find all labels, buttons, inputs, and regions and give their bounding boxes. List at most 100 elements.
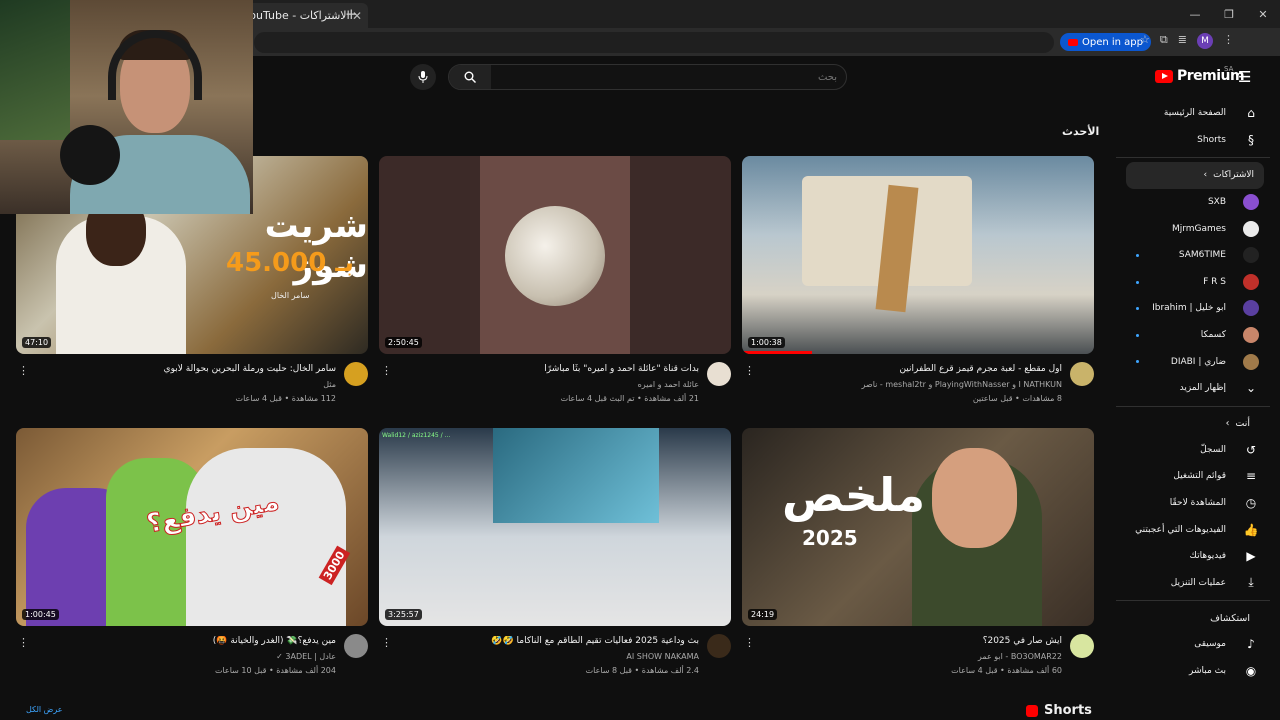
thumb-profile-photo — [505, 206, 605, 306]
star-icon[interactable]: ☆ — [1140, 33, 1150, 49]
show-more-label: إظهار المزيد — [1179, 383, 1226, 394]
sidebar-item-show-more[interactable]: ⌄ إظهار المزيد — [1116, 375, 1270, 402]
new-content-dot — [1136, 280, 1139, 284]
video-stats: 2.4 ألف مشاهدة • قبل 8 ساعات — [585, 666, 699, 675]
search-icon — [464, 71, 476, 83]
chevron-down-icon: ⌄ — [1245, 381, 1257, 396]
sidebar-item-live[interactable]: ◉ بث مباشر — [1116, 658, 1270, 685]
video-title[interactable]: مين يدفع؟💸 (الغدر والخيانة 🤬) — [36, 636, 336, 646]
video-card[interactable]: 1:00:38 اول مقطع - لعبة مجرم قيمز قرع ال… — [742, 156, 1094, 414]
extensions-icon[interactable]: ⧉ — [1160, 33, 1168, 49]
more-options-icon[interactable]: ⋮ — [381, 364, 392, 377]
sidebar-channel-item[interactable]: SAM6TIME — [1116, 242, 1270, 269]
more-options-icon[interactable]: ⋮ — [18, 364, 29, 377]
channel-name[interactable]: مثل — [323, 380, 336, 389]
sidebar-item-home[interactable]: ⌂ الصفحة الرئيسية — [1116, 100, 1270, 127]
open-in-app-button[interactable]: Open in app — [1060, 33, 1152, 51]
sidebar-item-label: المشاهدة لاحقًا — [1169, 498, 1226, 509]
menu-dots-icon[interactable]: ⋮ — [1223, 33, 1234, 49]
more-options-icon[interactable]: ⋮ — [744, 636, 755, 649]
video-duration: 47:10 — [22, 337, 52, 348]
video-card[interactable]: 2:50:45 بدأت قناة "عائلة احمد و اميره" ب… — [379, 156, 731, 414]
channel-avatar[interactable] — [344, 634, 368, 658]
new-tab-button[interactable]: + — [345, 5, 358, 23]
channel-name[interactable]: I NATHKUN و PlayingWithNasser و meshal2t… — [861, 380, 1062, 389]
video-title[interactable]: بدأت قناة "عائلة احمد و اميره" بثًا مباش… — [399, 364, 699, 374]
sidebar-item-history[interactable]: ↺ السجلّ — [1116, 437, 1270, 464]
sidebar: ⌂ الصفحة الرئيسية § Shorts الاشتراكات › … — [1116, 100, 1270, 684]
live-icon: ◉ — [1245, 663, 1257, 678]
sidebar-channel-item[interactable]: F R S — [1116, 269, 1270, 296]
thumb-screen — [493, 428, 659, 523]
video-thumbnail[interactable]: Walid12 / aziz1245 / ... 3:25:57 — [379, 428, 731, 626]
sidebar-item-subscriptions[interactable]: الاشتراكات › — [1126, 162, 1264, 189]
sidebar-item-your-videos[interactable]: ▶ فيديوهاتك — [1116, 543, 1270, 570]
video-title[interactable]: ايش صار في 2025؟ — [762, 636, 1062, 646]
video-thumbnail[interactable]: ملخص 2025 24:19 — [742, 428, 1094, 626]
sidebar-channel-item[interactable]: ضاري | DIABI — [1116, 348, 1270, 375]
menu-hamburger-icon[interactable]: ☰ — [1238, 68, 1251, 86]
video-duration: 1:00:45 — [22, 609, 59, 620]
sidebar-channel-item[interactable]: ابو خليل | Ibrahim — [1116, 295, 1270, 322]
new-content-dot — [1136, 307, 1139, 311]
sidebar-item-watch-later[interactable]: ◷ المشاهدة لاحقًا — [1116, 490, 1270, 517]
section-title: الأحدث — [1062, 125, 1100, 138]
sidebar-divider — [1116, 157, 1270, 159]
channel-avatar-image — [1243, 353, 1259, 370]
show-all-link[interactable]: عرض الكل — [26, 705, 63, 714]
video-thumbnail[interactable]: 1:00:38 — [742, 156, 1094, 354]
sidebar-item-shorts[interactable]: § Shorts — [1116, 127, 1270, 154]
your-videos-icon: ▶ — [1246, 549, 1256, 564]
youtube-mini-icon — [1068, 38, 1078, 46]
channel-avatar-image — [1243, 273, 1259, 290]
more-options-icon[interactable]: ⋮ — [381, 636, 392, 649]
more-options-icon[interactable]: ⋮ — [18, 636, 29, 649]
channel-avatar[interactable] — [1070, 634, 1094, 658]
sidebar-item-like[interactable]: 👍 الفيديوهات التي أعجبتني — [1116, 516, 1270, 543]
youtube-logo-icon — [1155, 69, 1173, 83]
profile-avatar[interactable]: M — [1196, 33, 1213, 49]
channel-name[interactable]: عائلة احمد و اميره — [638, 380, 699, 389]
video-thumbnail[interactable]: مين يدفع؟ 3000 1:00:45 — [16, 428, 368, 626]
search-button[interactable] — [449, 65, 491, 89]
url-field[interactable] — [254, 32, 1054, 53]
video-thumbnail[interactable]: 2:50:45 — [379, 156, 731, 354]
voice-search-button[interactable] — [410, 64, 436, 90]
sidebar-divider — [1116, 405, 1270, 407]
channel-avatar — [1242, 299, 1260, 317]
youtube-premium-logo[interactable]: Premium SA — [1155, 65, 1245, 84]
sidebar-item-playlists[interactable]: ≡ قوائم التشغيل — [1116, 463, 1270, 490]
video-card[interactable]: Walid12 / aziz1245 / ... 3:25:57 بث وداع… — [379, 428, 731, 686]
channel-avatar[interactable] — [707, 634, 731, 658]
media-icon[interactable]: ≣ — [1178, 33, 1187, 49]
sidebar-item-label: الصفحة الرئيسية — [1163, 108, 1226, 119]
sidebar-you-heading[interactable]: أنت › — [1116, 411, 1270, 437]
minimize-button[interactable]: — — [1178, 0, 1212, 28]
channel-name[interactable]: BO3OMAR22 - ابو عمر — [978, 652, 1062, 661]
channel-avatar[interactable] — [344, 362, 368, 386]
watch-later-icon: ◷ — [1245, 496, 1257, 511]
search-input[interactable] — [497, 68, 837, 86]
video-title[interactable]: اول مقطع - لعبة مجرم قيمز قرع الطفرانين — [762, 364, 1062, 374]
sidebar-item-music[interactable]: ♪ موسيقى — [1116, 631, 1270, 658]
video-title[interactable]: بث وداعية 2025 فعاليات تقيم الطاقم مع ال… — [399, 636, 699, 646]
video-card[interactable]: ملخص 2025 24:19 ايش صار في 2025؟ BO3OMAR2… — [742, 428, 1094, 686]
download-icon: ⤓ — [1248, 575, 1254, 590]
sidebar-item-download[interactable]: ⤓ عمليات التنزيل — [1116, 570, 1270, 597]
channel-name[interactable]: AI SHOW NAKAMA — [626, 652, 699, 661]
channel-avatar[interactable] — [707, 362, 731, 386]
sidebar-channel-item[interactable]: SXB — [1116, 189, 1270, 216]
video-card[interactable]: مين يدفع؟ 3000 1:00:45 مين يدفع؟💸 (الغدر … — [16, 428, 368, 686]
video-title[interactable]: سامر الخال: حليت ورملة البحرين بحوالة لأ… — [36, 364, 336, 374]
playlists-icon: ≡ — [1245, 469, 1257, 484]
sidebar-channel-item[interactable]: كسمكا — [1116, 322, 1270, 349]
sidebar-item-label: Shorts — [1197, 134, 1226, 145]
close-window-button[interactable]: ✕ — [1246, 0, 1280, 28]
more-options-icon[interactable]: ⋮ — [744, 364, 755, 377]
restore-button[interactable]: ❐ — [1212, 0, 1246, 28]
sidebar-channel-item[interactable]: MjrmGames — [1116, 215, 1270, 242]
channel-name[interactable]: عادل | 3ADEL ✓ — [276, 652, 336, 661]
channel-avatar[interactable] — [1070, 362, 1094, 386]
shorts-section-title: Shorts — [1026, 703, 1092, 718]
video-meta: سامر الخال: حليت ورملة البحرين بحوالة لأ… — [16, 354, 368, 414]
